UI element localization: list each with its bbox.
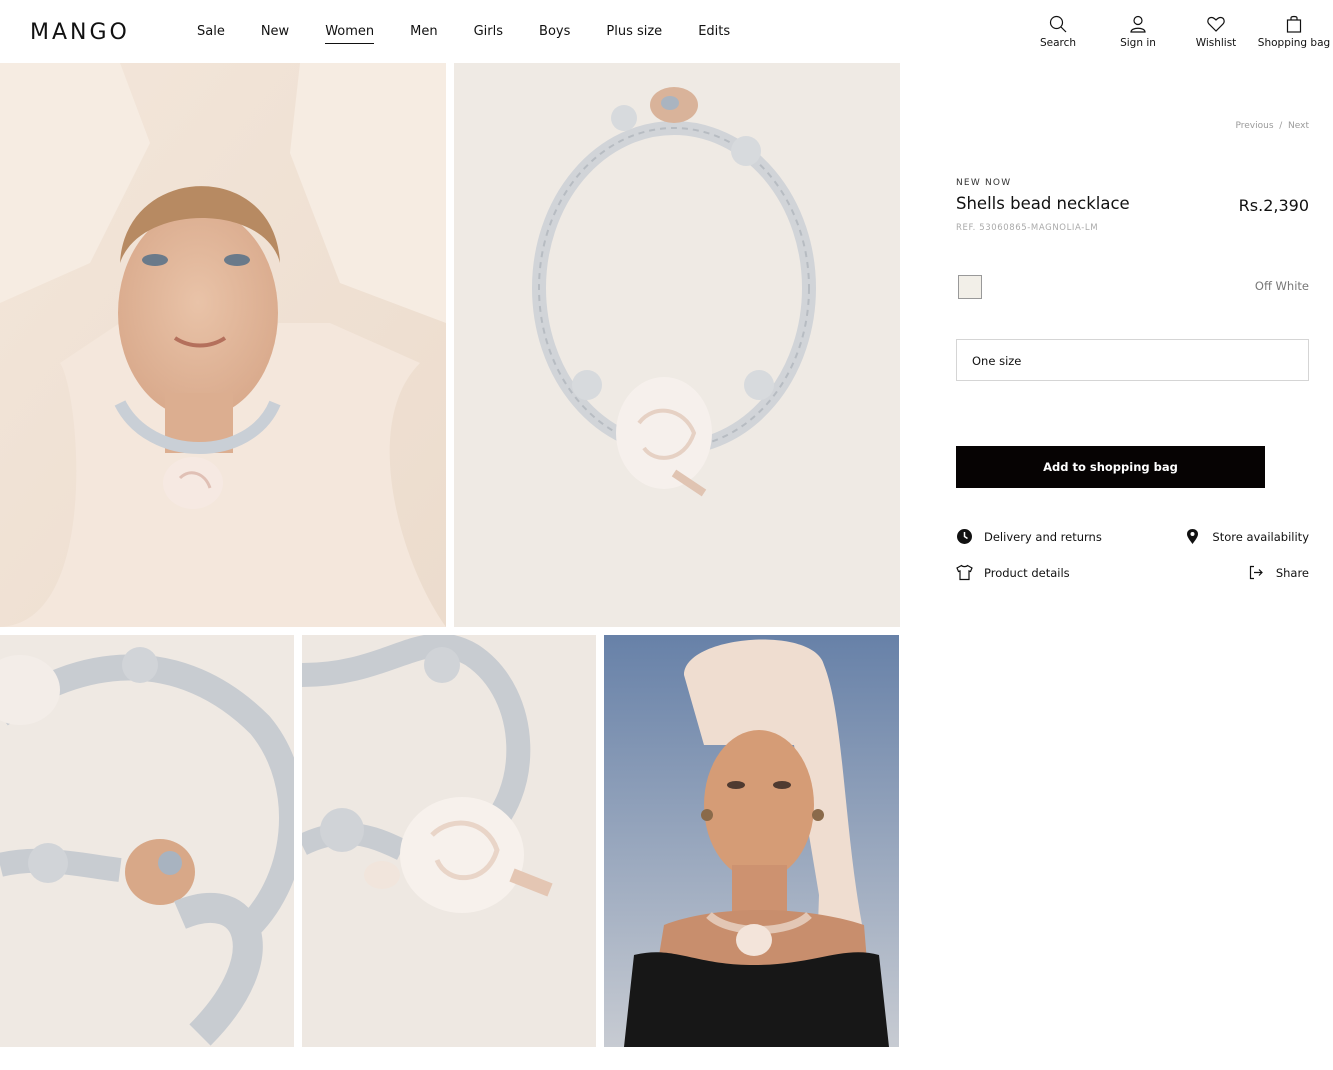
- shell-closeup-image: [302, 635, 596, 1047]
- product-photo-shell-closeup[interactable]: [302, 635, 596, 1047]
- product-details-label: Product details: [984, 565, 1070, 580]
- user-icon: [1130, 15, 1146, 33]
- heart-icon: [1207, 16, 1225, 32]
- shopping-bag-label: Shopping bag: [1257, 37, 1331, 49]
- nav-item-girls[interactable]: Girls: [474, 24, 503, 44]
- prev-next-separator: /: [1279, 121, 1283, 131]
- nav-item-edits[interactable]: Edits: [698, 24, 730, 44]
- search-label: Search: [1039, 37, 1077, 49]
- store-availability-link[interactable]: Store availability: [1184, 528, 1309, 545]
- nav-item-men[interactable]: Men: [410, 24, 437, 44]
- store-availability-label: Store availability: [1212, 529, 1309, 544]
- next-link[interactable]: Next: [1288, 121, 1309, 131]
- nav-item-women[interactable]: Women: [325, 24, 375, 44]
- prev-next-nav: Previous / Next: [1235, 121, 1309, 131]
- delivery-returns-label: Delivery and returns: [984, 529, 1102, 544]
- previous-link[interactable]: Previous: [1235, 121, 1273, 131]
- product-photo-flatlay[interactable]: [454, 63, 900, 627]
- add-to-bag-label: Add to shopping bag: [1043, 460, 1178, 474]
- share-label: Share: [1275, 565, 1309, 580]
- product-photo-model-portrait[interactable]: [0, 63, 446, 627]
- product-price: Rs.2,390: [1238, 196, 1309, 215]
- shopping-bag-button[interactable]: Shopping bag: [1255, 14, 1333, 49]
- product-photo-model-towel[interactable]: [604, 635, 899, 1047]
- new-now-badge: NEW NOW: [956, 178, 1012, 188]
- color-swatch-off-white[interactable]: [958, 275, 982, 299]
- color-name: Off White: [1254, 279, 1309, 293]
- necklace-closeup-image: [0, 635, 294, 1047]
- wishlist-button[interactable]: Wishlist: [1177, 14, 1255, 49]
- sign-in-button[interactable]: Sign in: [1099, 14, 1177, 49]
- share-icon: [1249, 565, 1263, 580]
- add-to-bag-button[interactable]: Add to shopping bag: [956, 446, 1265, 488]
- model-portrait-image: [0, 63, 446, 627]
- nav-item-boys[interactable]: Boys: [539, 24, 570, 44]
- share-link[interactable]: Share: [1248, 564, 1309, 581]
- clock-icon: [957, 529, 972, 544]
- model-towel-image: [604, 635, 899, 1047]
- size-value: One size: [972, 354, 1022, 368]
- header-tools: Search Sign in Wishlist Shopping bag: [1019, 14, 1333, 49]
- necklace-flatlay-image: [454, 63, 900, 627]
- site-header: MANGO Sale New Women Men Girls Boys Plus…: [0, 0, 1333, 63]
- shopping-bag-icon: [1286, 15, 1302, 33]
- wishlist-label: Wishlist: [1195, 37, 1237, 49]
- nav-item-new[interactable]: New: [261, 24, 289, 44]
- tshirt-icon: [956, 564, 973, 581]
- nav-item-sale[interactable]: Sale: [197, 24, 225, 44]
- search-icon: [1049, 15, 1067, 33]
- main-nav: Sale New Women Men Girls Boys Plus size …: [197, 24, 766, 44]
- sign-in-label: Sign in: [1120, 37, 1156, 49]
- delivery-returns-link[interactable]: Delivery and returns: [956, 528, 1102, 545]
- product-photo-knot-closeup[interactable]: [0, 635, 294, 1047]
- product-reference: REF. 53060865-MAGNOLIA-LM: [956, 223, 1099, 233]
- product-details-link[interactable]: Product details: [956, 564, 1070, 581]
- product-title: Shells bead necklace: [956, 194, 1130, 213]
- mango-logo[interactable]: MANGO: [30, 20, 130, 45]
- size-selector[interactable]: One size: [956, 339, 1309, 381]
- search-button[interactable]: Search: [1019, 14, 1097, 49]
- location-pin-icon: [1187, 529, 1199, 544]
- nav-item-plus-size[interactable]: Plus size: [606, 24, 662, 44]
